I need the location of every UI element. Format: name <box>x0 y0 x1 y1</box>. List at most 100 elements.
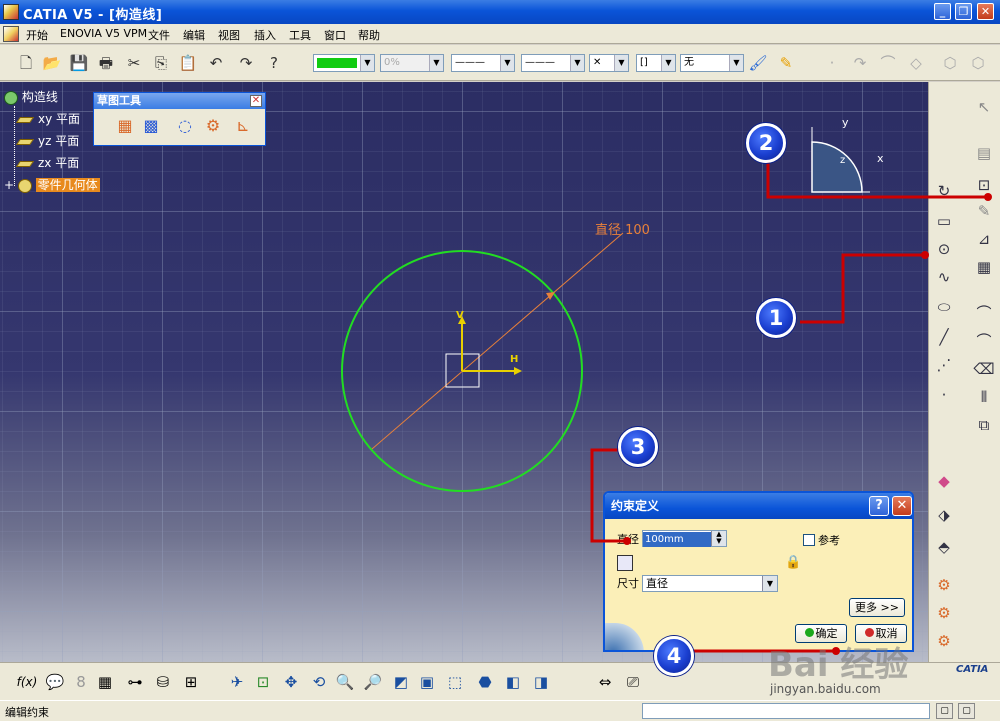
format-painter-icon[interactable]: 🖌 <box>748 53 768 73</box>
redo-icon[interactable]: ↷ <box>236 53 256 73</box>
save-icon[interactable]: 💾 <box>69 53 89 73</box>
paste-icon[interactable]: 📋 <box>178 53 198 73</box>
more-button[interactable]: 更多 >> <box>849 598 905 617</box>
chevron-down-icon[interactable]: ▼ <box>661 55 675 71</box>
tree-icon[interactable]: ⊞ <box>180 671 202 693</box>
formula-icon[interactable]: f(x) <box>16 671 38 693</box>
graphic-properties-icon[interactable]: ✎ <box>776 53 796 73</box>
comment-icon[interactable]: 💬 <box>44 671 66 693</box>
grid-icon[interactable]: ▦ <box>114 115 136 137</box>
table-icon[interactable]: ▦ <box>94 671 116 693</box>
disabled-tool-icon[interactable]: · <box>822 53 842 73</box>
disabled-eraser-icon[interactable]: ◇ <box>906 53 926 73</box>
fix-together-icon[interactable]: ⚙ <box>933 630 955 652</box>
cut-part-icon[interactable]: ⇔ <box>594 671 616 693</box>
auto-constraint-icon[interactable]: ⚙ <box>933 602 955 624</box>
shaft-icon[interactable]: ⬘ <box>933 536 955 558</box>
reference-checkbox[interactable] <box>803 534 815 546</box>
chevron-down-icon[interactable]: ▼ <box>729 55 743 71</box>
chevron-down-icon[interactable]: ▼ <box>500 55 514 71</box>
dialog-help-button[interactable]: ? <box>869 496 889 516</box>
corner-icon[interactable]: ⌒ <box>973 302 995 324</box>
command-input[interactable] <box>642 703 930 719</box>
axis-icon[interactable]: ⋰ <box>933 354 955 376</box>
menu-edit[interactable]: 编辑 <box>183 27 205 43</box>
cut-icon[interactable]: ✂ <box>124 53 144 73</box>
spline-icon[interactable]: ∿ <box>933 266 955 288</box>
dimension-type-combo[interactable]: 直径 ▼ <box>642 575 778 592</box>
geometric-constraints-icon[interactable]: ⚙ <box>202 115 224 137</box>
disabled-part-icon[interactable]: ⬡ <box>940 53 960 73</box>
chevron-down-icon[interactable]: ▼ <box>360 55 374 71</box>
profile-icon[interactable]: ⊿ <box>973 228 995 250</box>
constraint-definition-dialog[interactable]: 约束定义 ? ✕ 直径 ▲▼ 参考 🔒 尺寸 直径 ▼ 更多 >> 确定 取消 <box>603 491 914 652</box>
diameter-input[interactable] <box>643 532 711 547</box>
line-icon[interactable]: ╱ <box>933 326 955 348</box>
undo-icon[interactable]: ↶ <box>206 53 226 73</box>
palette-close-icon[interactable]: ✕ <box>250 95 262 107</box>
swap-visible-icon[interactable]: ◨ <box>530 671 552 693</box>
mirror-icon[interactable]: ⫴ <box>973 386 995 408</box>
select-arrow-icon[interactable]: ↖ <box>973 96 995 118</box>
menu-start[interactable]: 开始 <box>26 27 48 43</box>
trim-icon[interactable]: ⌫ <box>973 358 995 380</box>
none-combo[interactable]: 无 ▼ <box>680 54 744 72</box>
status-button-1[interactable]: ▢ <box>936 703 953 719</box>
chevron-down-icon[interactable]: ▼ <box>570 55 584 71</box>
print-icon[interactable]: 🖶 <box>96 53 116 73</box>
copy-icon[interactable]: ⎘ <box>151 53 171 73</box>
constraint-icon[interactable]: ⊡ <box>973 174 995 196</box>
catia-menu-logo-icon[interactable] <box>3 26 19 42</box>
dialog-close-button[interactable]: ✕ <box>892 496 912 516</box>
sketch-tools-palette[interactable]: 草图工具 ✕ ▦ ▩ ◌ ⚙ ⊾ <box>93 92 266 146</box>
zoom-out-icon[interactable]: 🔎 <box>362 671 384 693</box>
circle-icon[interactable]: ⊙ <box>933 238 955 260</box>
transparency-combo[interactable]: 0% ▼ <box>380 54 444 72</box>
menu-help[interactable]: 帮助 <box>358 27 380 43</box>
knowledge-icon[interactable]: 8 <box>70 671 92 693</box>
iso-view-icon[interactable]: ⬚ <box>444 671 466 693</box>
new-file-icon[interactable]: 🗋 <box>16 53 36 73</box>
open-folder-icon[interactable]: 📂 <box>42 53 62 73</box>
diameter-dimension-line[interactable] <box>371 232 624 450</box>
chevron-down-icon[interactable]: ▼ <box>762 576 777 591</box>
disabled-curve-icon[interactable]: ↷ <box>850 53 870 73</box>
disabled-part2-icon[interactable]: ⬡ <box>968 53 988 73</box>
sketch-analysis-icon[interactable]: ⚙ <box>933 574 955 596</box>
color-combo[interactable]: ▼ <box>313 54 375 72</box>
zoom-in-icon[interactable]: 🔍 <box>334 671 356 693</box>
point-symbol-combo[interactable]: ✕ ▼ <box>589 54 629 72</box>
ellipse-icon[interactable]: ⬭ <box>933 296 955 318</box>
status-button-2[interactable]: ▢ <box>958 703 975 719</box>
diameter-spinbox[interactable]: ▲▼ <box>642 530 727 547</box>
layer-combo[interactable]: [] ▼ <box>636 54 676 72</box>
whats-this-help-icon[interactable]: ? <box>264 53 284 73</box>
minimize-button[interactable]: _ <box>934 3 951 20</box>
normal-view-icon[interactable]: ◩ <box>390 671 412 693</box>
diameter-dimension-text[interactable]: 直径 100 <box>595 219 650 238</box>
multi-view-icon[interactable]: ▣ <box>416 671 438 693</box>
catalog-icon[interactable]: ⛁ <box>152 671 174 693</box>
pan-icon[interactable]: ✥ <box>280 671 302 693</box>
chevron-down-icon[interactable]: ▼ <box>429 55 443 71</box>
menu-file[interactable]: 文件 <box>148 27 170 43</box>
chamfer-icon[interactable]: ⌒ <box>973 330 995 352</box>
pad-icon[interactable]: ◆ <box>933 470 955 492</box>
exit-workbench-icon[interactable]: ▤ <box>973 142 995 164</box>
tree-expand-icon[interactable]: ⊶ <box>124 671 146 693</box>
shading-icon[interactable]: ⬣ <box>474 671 496 693</box>
rectangle-icon[interactable]: ▭ <box>933 210 955 232</box>
fit-all-icon[interactable]: ⊡ <box>252 671 274 693</box>
restore-button[interactable]: ❐ <box>955 3 972 20</box>
fly-mode-icon[interactable]: ✈ <box>226 671 248 693</box>
snap-to-point-icon[interactable]: ▩ <box>140 115 162 137</box>
line-type-combo[interactable]: ——— ▼ <box>521 54 585 72</box>
close-button[interactable]: ✕ <box>977 3 994 20</box>
dimensional-constraints-icon[interactable]: ⊾ <box>232 115 254 137</box>
menu-enovia[interactable]: ENOVIA V5 VPM <box>60 27 147 40</box>
pencil-icon[interactable]: ✎ <box>973 200 995 222</box>
sketch-visualization-icon[interactable]: ⎚ <box>622 671 644 693</box>
project-3d-icon[interactable]: ⧉ <box>973 414 995 436</box>
chevron-down-icon[interactable]: ▼ <box>614 55 628 71</box>
pocket-icon[interactable]: ⬗ <box>933 504 955 526</box>
